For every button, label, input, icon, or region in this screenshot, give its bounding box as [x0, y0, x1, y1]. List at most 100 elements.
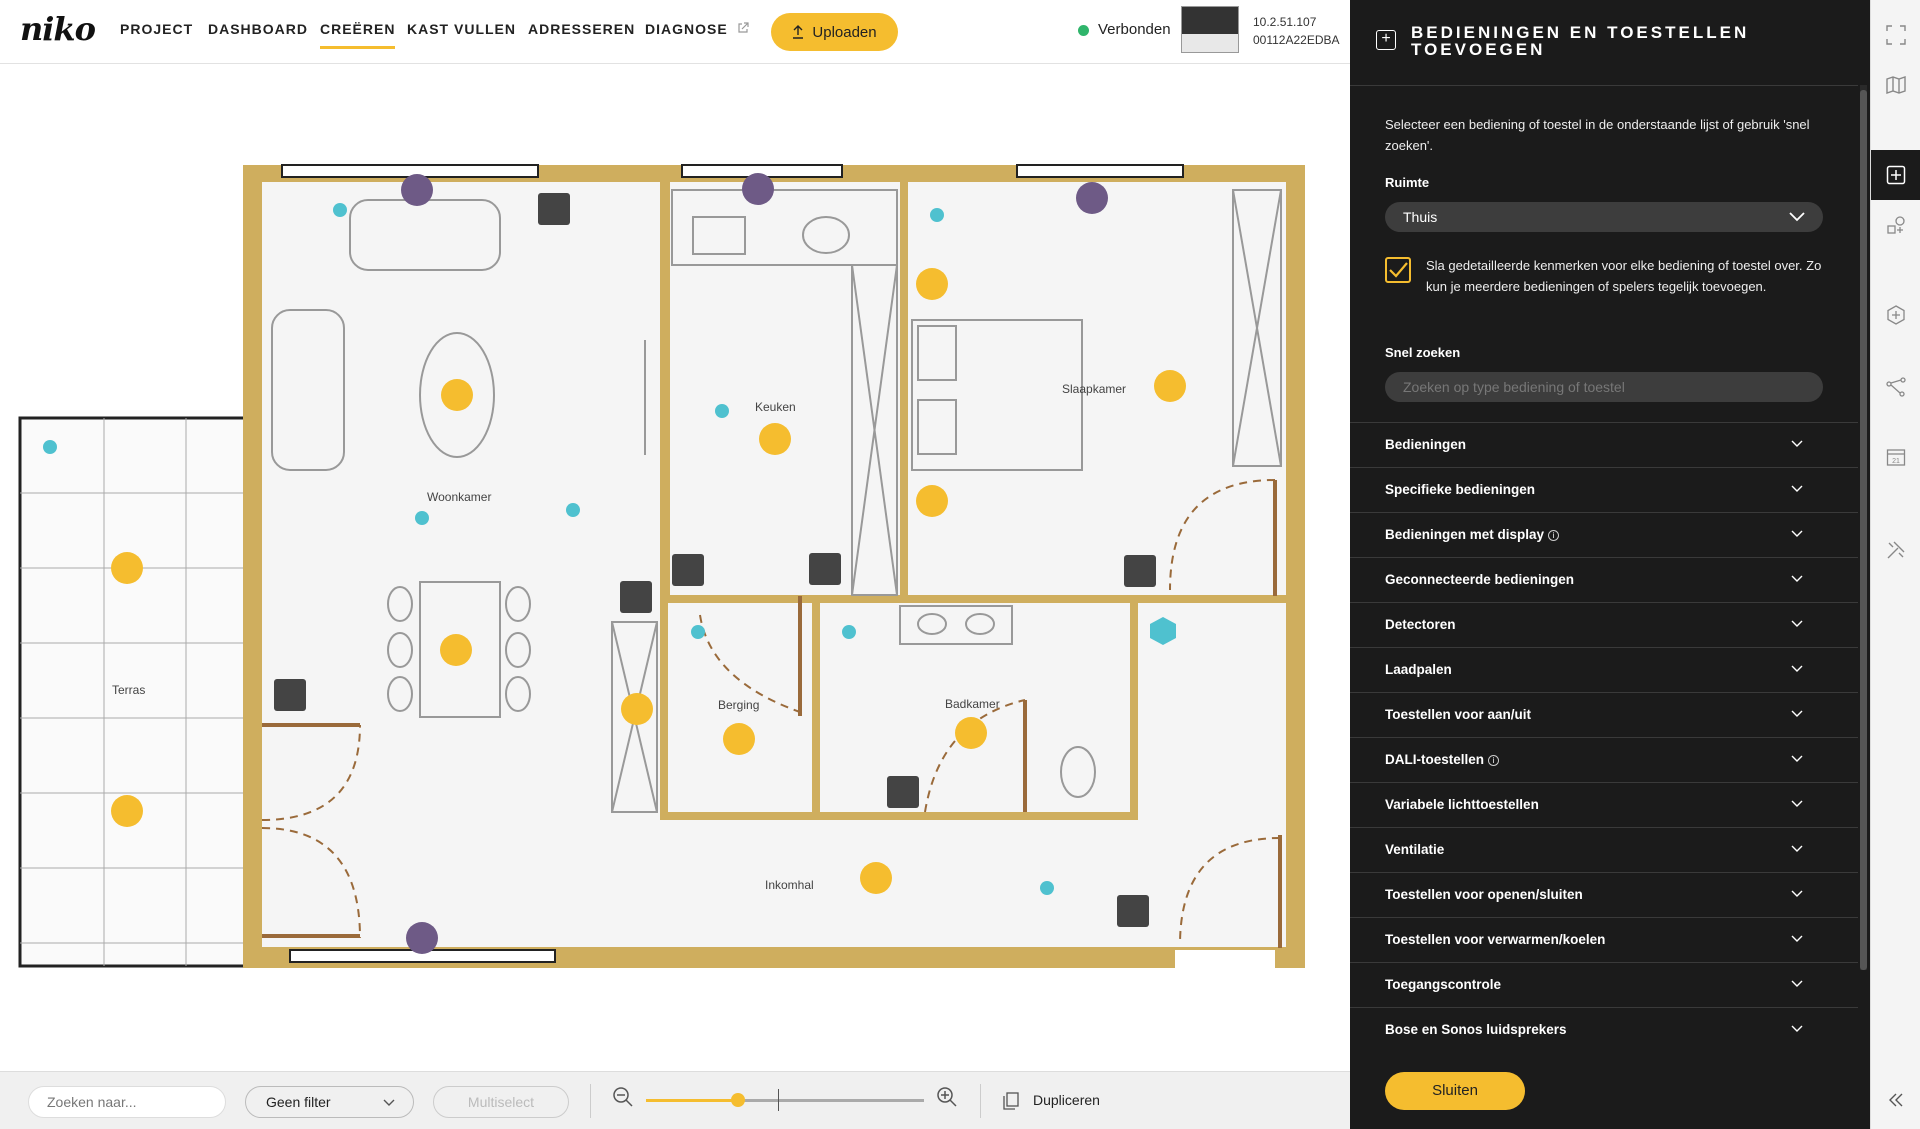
calendar-button[interactable]: 21 [1871, 432, 1920, 482]
category-item[interactable]: Bedieningen [1350, 422, 1858, 467]
add-shapes-button[interactable] [1871, 200, 1920, 250]
category-item[interactable]: Bedieningen met display i [1350, 512, 1858, 557]
skip-details-checkbox[interactable] [1385, 257, 1411, 283]
controller-mac: 00112A22EDBA [1253, 33, 1340, 47]
room-select[interactable]: Thuis [1385, 202, 1823, 232]
zoom-default-marker [778, 1089, 779, 1111]
chevron-down-icon [1789, 212, 1805, 222]
connections-button[interactable] [1871, 362, 1920, 412]
chevron-down-icon [1791, 845, 1803, 852]
double-chevron-left-icon [1889, 1093, 1903, 1107]
panel-title: BEDIENINGEN EN TOESTELLEN TOEVOEGEN [1411, 23, 1750, 59]
chevron-down-icon [1791, 935, 1803, 942]
duplicate-button[interactable]: Dupliceren [1033, 1092, 1100, 1108]
category-item[interactable]: Detectoren [1350, 602, 1858, 647]
check-icon [1389, 262, 1408, 278]
chevron-down-icon [1791, 665, 1803, 672]
scrollbar-thumb[interactable] [1860, 90, 1867, 970]
panel-scrollbar[interactable] [1860, 85, 1867, 970]
panel-intro: Selecteer een bediening of toestel in de… [1385, 117, 1810, 153]
chevron-down-icon [1791, 710, 1803, 717]
category-label: Specifieke bedieningen [1385, 482, 1536, 497]
tools-button[interactable] [1871, 525, 1920, 575]
category-item[interactable]: Laadpalen [1350, 647, 1858, 692]
category-label: Toestellen voor aan/uit [1385, 707, 1532, 722]
chevron-down-icon [1791, 440, 1803, 447]
nav-diagnose-label: DIAGNOSE [645, 21, 728, 37]
category-item[interactable]: Variabele lichttoestellen [1350, 782, 1858, 827]
add-routine-button[interactable] [1871, 290, 1920, 340]
zoom-slider-fill [646, 1099, 738, 1102]
nav-diagnose[interactable]: DIAGNOSE [645, 21, 749, 37]
category-item[interactable]: Ventilatie [1350, 827, 1858, 872]
motor-icon[interactable] [401, 173, 1108, 954]
category-item[interactable]: Geconnecteerde bedieningen [1350, 557, 1858, 602]
connections-icon [1886, 377, 1906, 397]
category-label: Geconnecteerde bedieningen [1385, 572, 1575, 587]
divider [980, 1084, 981, 1118]
search-input[interactable]: Zoeken naar... [28, 1086, 226, 1118]
add-icon: + [1376, 30, 1396, 50]
quick-search-input[interactable]: Zoeken op type bediening of toestel [1385, 372, 1823, 402]
category-item[interactable]: Toestellen voor aan/uit [1350, 692, 1858, 737]
add-routine-icon [1887, 305, 1905, 325]
divider [590, 1084, 591, 1118]
chevron-down-icon [1791, 800, 1803, 807]
right-rail: 21 [1870, 0, 1920, 1129]
top-bar: niko PROJECT DASHBOARD CREËREN KAST VULL… [0, 0, 1350, 64]
category-label: Toegangscontrole [1385, 977, 1502, 992]
collapse-panel-button[interactable] [1871, 1075, 1920, 1125]
chevron-down-icon [1791, 485, 1803, 492]
chevron-down-icon [1791, 980, 1803, 987]
add-shapes-icon [1887, 216, 1905, 234]
divider [1350, 85, 1858, 86]
floorplan-canvas[interactable]: Woonkamer Keuken Slaapkamer Terras Bergi… [0, 65, 1350, 1071]
filter-dropdown[interactable]: Geen filter [245, 1086, 414, 1118]
sensor-icon[interactable] [43, 203, 1176, 895]
zoom-slider[interactable] [646, 1093, 924, 1107]
controller-info: 10.2.51.107 00112A22EDBA [1253, 13, 1340, 49]
category-label: Bedieningen met display [1385, 527, 1545, 542]
multiselect-button[interactable]: Multiselect [433, 1086, 569, 1118]
close-button[interactable]: Sluiten [1385, 1072, 1525, 1110]
controller-ip: 10.2.51.107 [1253, 15, 1317, 29]
switch-icon[interactable] [274, 193, 1156, 927]
zoom-out-icon[interactable] [612, 1086, 634, 1108]
category-item[interactable]: Toegangscontrole [1350, 962, 1858, 1007]
upload-button[interactable]: Uploaden [771, 13, 898, 51]
quick-search-label: Snel zoeken [1385, 345, 1461, 360]
map-button[interactable] [1871, 60, 1920, 110]
upload-label: Uploaden [812, 23, 877, 41]
connection-status-dot [1078, 25, 1089, 36]
info-icon[interactable]: i [1548, 529, 1560, 541]
category-label: Toestellen voor openen/sluiten [1385, 887, 1583, 902]
add-device-button[interactable] [1871, 150, 1920, 200]
chevron-down-icon [1791, 755, 1803, 762]
add-device-icon [1886, 165, 1906, 185]
nav-adresseren[interactable]: ADRESSEREN [528, 21, 635, 37]
panel-footer: Sluiten [1350, 1053, 1858, 1129]
category-item[interactable]: Bose en Sonos luidsprekers [1350, 1007, 1858, 1052]
fullscreen-icon [1886, 25, 1906, 45]
zoom-slider-thumb[interactable] [730, 1093, 745, 1107]
category-item[interactable]: Toestellen voor verwarmen/koelen [1350, 917, 1858, 962]
category-item[interactable]: Toestellen voor openen/sluiten [1350, 872, 1858, 917]
duplicate-icon[interactable] [1003, 1092, 1019, 1110]
bottom-toolbar: Zoeken naar... Geen filter Multiselect D… [0, 1071, 1350, 1129]
zoom-in-icon[interactable] [936, 1086, 958, 1108]
connection-status: Verbonden [1098, 21, 1171, 38]
chevron-down-icon [1791, 530, 1803, 537]
info-icon[interactable]: i [1488, 754, 1500, 766]
nav-dashboard[interactable]: DASHBOARD [208, 21, 308, 37]
map-icon [1886, 76, 1906, 94]
category-item[interactable]: DALI-toestellen i [1350, 737, 1858, 782]
room-field-label: Ruimte [1385, 175, 1430, 190]
nav-creeren[interactable]: CREËREN [320, 21, 396, 49]
fullscreen-button[interactable] [1871, 10, 1920, 60]
nav-kast-vullen[interactable]: KAST VULLEN [407, 21, 516, 37]
category-list: Bedieningen Specifieke bedieningen Bedie… [1350, 422, 1858, 1052]
external-link-icon [737, 22, 749, 33]
category-label: Toestellen voor verwarmen/koelen [1385, 932, 1606, 947]
category-item[interactable]: Specifieke bedieningen [1350, 467, 1858, 512]
nav-project[interactable]: PROJECT [120, 21, 193, 37]
